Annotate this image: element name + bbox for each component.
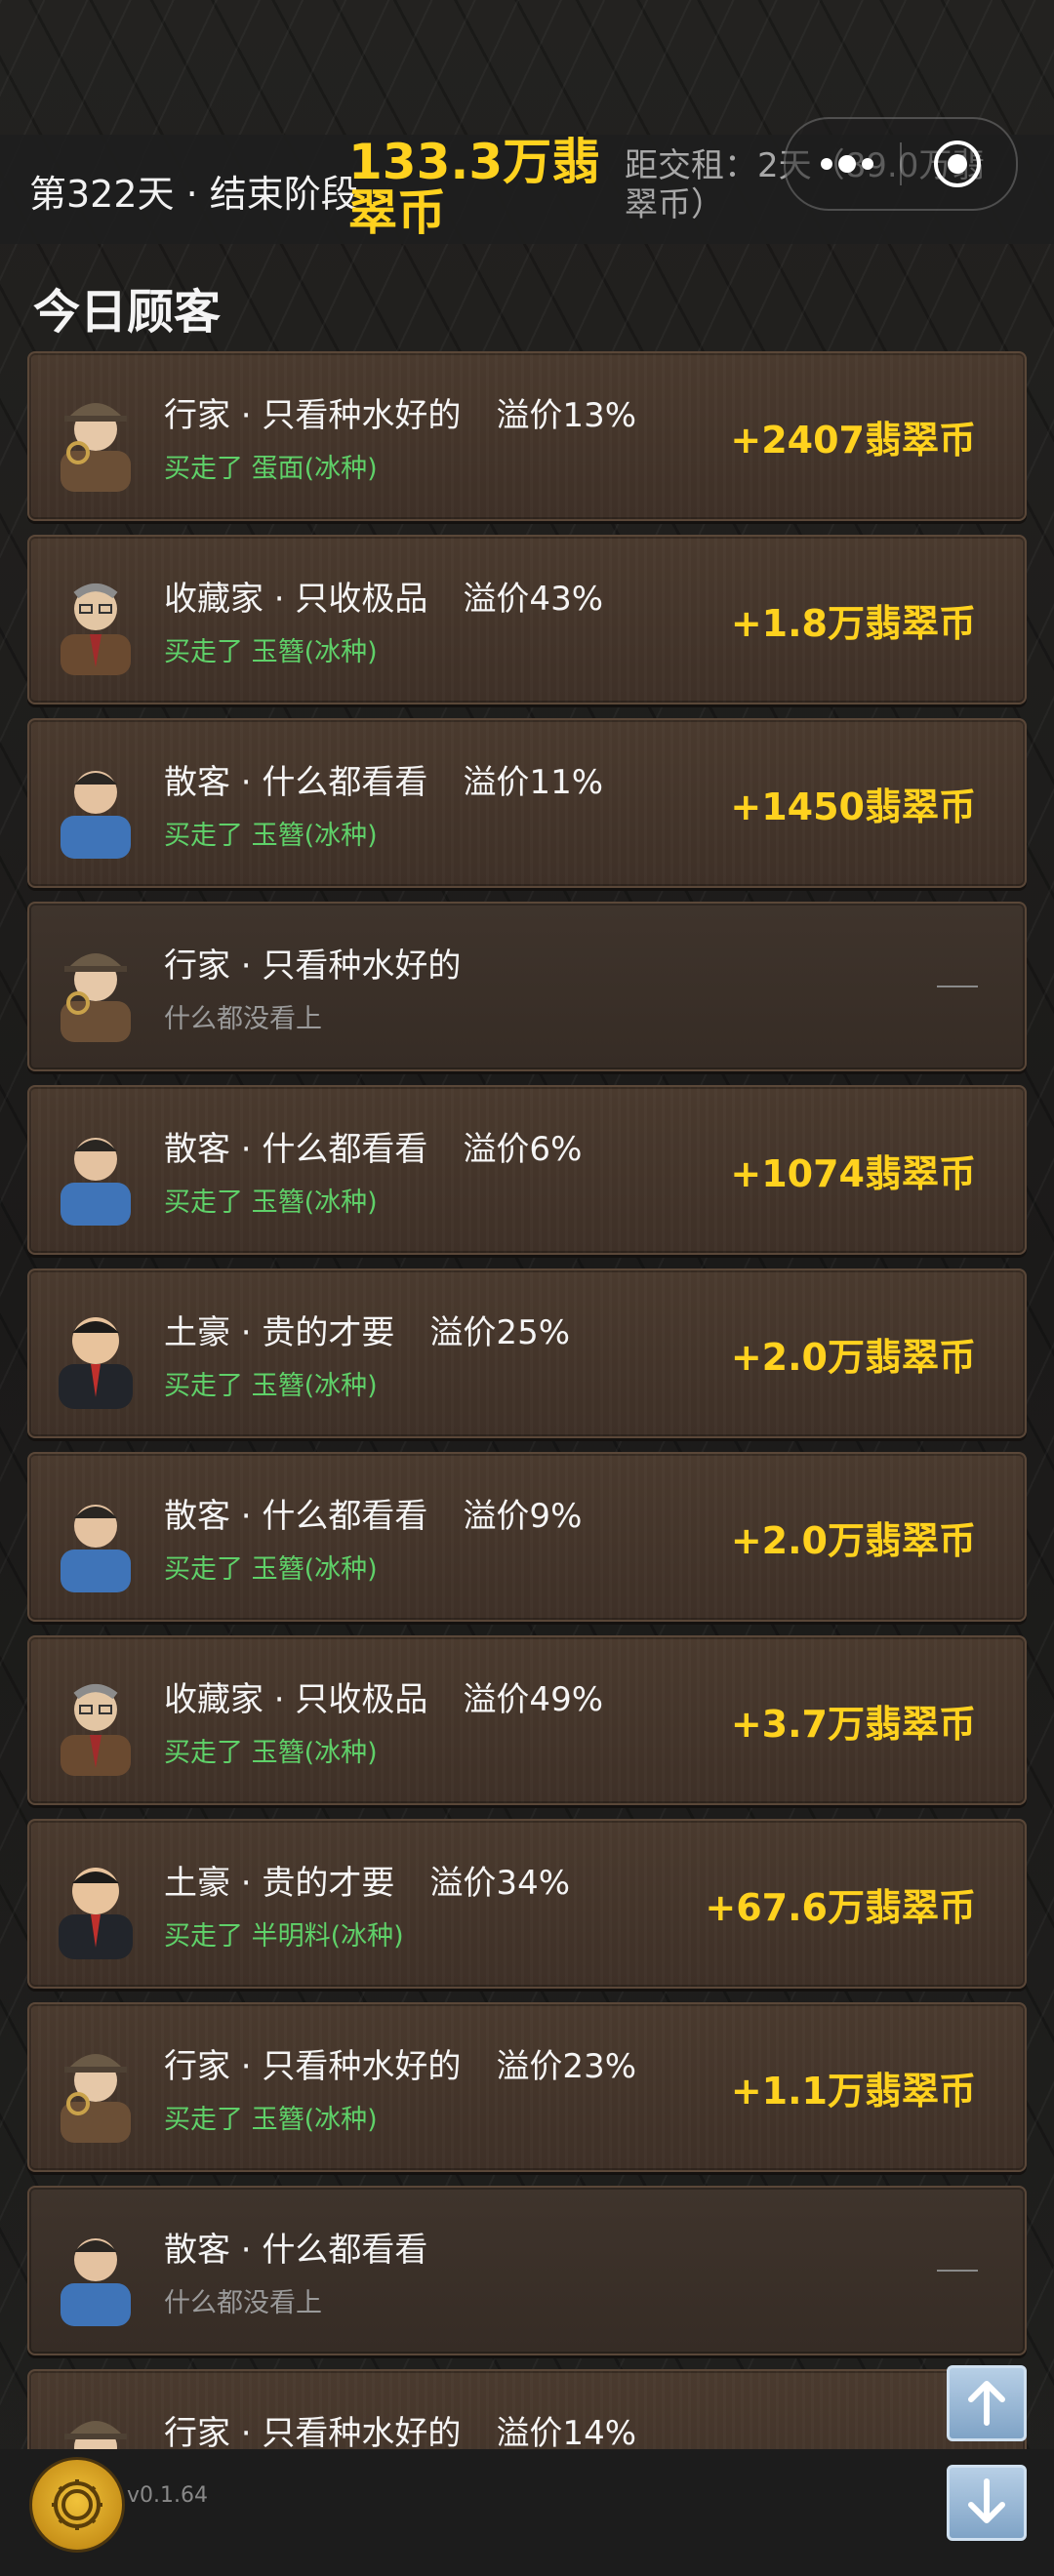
customer-card: 行家 · 只看种水好的 溢价23% 买走了 玉簪(冰种) +1.1万翡翠币 [27,2002,1027,2172]
purchase-result: 买走了 玉簪(冰种) [164,1187,378,1218]
earned-amount: +1074翡翠币 [730,1152,976,1195]
customer-name: 收藏家 · 只收极品 [164,1680,428,1719]
customer-name: 散客 · 什么都看看 [164,1497,428,1536]
purchase-result: 什么都没看上 [164,2288,322,2318]
premium-label: 溢价14% [496,2414,637,2449]
customer-card: 收藏家 · 只收极品 溢价43% 买走了 玉簪(冰种) +1.8万翡翠币 [27,535,1027,704]
day-stage-label: 第322天 · 结束阶段 [29,173,358,216]
more-options-icon[interactable] [815,141,879,187]
casual-avatar-icon [61,1505,131,1592]
casual-avatar-icon [61,771,131,859]
collector-avatar-icon [61,584,131,675]
customer-name: 行家 · 只看种水好的 [164,2047,462,2086]
earned-amount: +2407翡翠币 [730,419,976,462]
customer-card: 散客 · 什么都看看 溢价11% 买走了 玉簪(冰种) +1450翡翠币 [27,718,1027,888]
customer-name: 行家 · 只看种水好的 [164,2414,462,2449]
premium-label: 溢价23% [496,2047,637,2086]
customer-card: 行家 · 只看种水好的 溢价13% 买走了 蛋面(冰种) +2407翡翠币 [27,351,1027,521]
purchase-result: 买走了 蛋面(冰种) [164,454,378,484]
customer-card: 散客 · 什么都看看 溢价6% 买走了 玉簪(冰种) +1074翡翠币 [27,1085,1027,1255]
premium-label: 溢价43% [463,580,604,619]
capsule-divider [900,142,902,185]
earned-amount: +1450翡翠币 [730,785,976,828]
customer-card: 行家 · 只看种水好的 溢价14% [27,2369,1027,2449]
customer-name: 行家 · 只看种水好的 [164,396,462,435]
section-title: 今日顾客 [33,285,222,340]
scroll-down-button[interactable] [947,2465,1027,2541]
earned-amount: +67.6万翡翠币 [705,1886,976,1929]
customer-card: 行家 · 只看种水好的 什么都没看上 [27,902,1027,1071]
purchase-result: 买走了 玉簪(冰种) [164,637,378,667]
detective-avatar-icon [61,403,131,492]
customer-card: 散客 · 什么都看看 什么都没看上 [27,2186,1027,2355]
arrow-up-icon [968,2381,1005,2426]
purchase-result: 买走了 玉簪(冰种) [164,1371,378,1401]
version-label: v0.1.64 [127,2483,208,2508]
gear-icon [52,2479,102,2530]
earned-amount: +3.7万翡翠币 [730,1703,976,1746]
customer-name: 散客 · 什么都看看 [164,1130,428,1169]
earned-amount: +1.8万翡翠币 [730,602,976,645]
purchase-result: 买走了 玉簪(冰种) [164,821,378,851]
miniprogram-capsule [784,117,1018,211]
earned-amount: +2.0万翡翠币 [730,1336,976,1379]
casual-avatar-icon [61,1138,131,1226]
purchase-result: 买走了 半明料(冰种) [164,1921,404,1952]
customer-name: 收藏家 · 只收极品 [164,580,428,619]
customer-card: 土豪 · 贵的才要 溢价34% 买走了 半明料(冰种) +67.6万翡翠币 [27,1819,1027,1989]
money-balance: 133.3万翡翠币 [348,134,601,241]
rich-avatar-icon [59,1317,133,1409]
premium-label: 溢价25% [429,1313,571,1352]
arrow-down-icon [968,2478,1005,2523]
purchase-result: 买走了 玉簪(冰种) [164,1738,378,1768]
customer-card: 土豪 · 贵的才要 溢价25% 买走了 玉簪(冰种) +2.0万翡翠币 [27,1268,1027,1438]
purchase-result: 什么都没看上 [164,1004,322,1034]
premium-label: 溢价34% [429,1864,571,1903]
customer-name: 散客 · 什么都看看 [164,763,428,802]
customer-list[interactable]: 行家 · 只看种水好的 溢价13% 买走了 蛋面(冰种) +2407翡翠币 收藏家… [27,351,1027,2449]
earned-amount: +2.0万翡翠币 [730,1519,976,1562]
purchase-result: 买走了 玉簪(冰种) [164,1554,378,1585]
rich-avatar-icon [59,1868,133,1959]
close-target-icon[interactable] [932,139,983,189]
customer-name: 土豪 · 贵的才要 [164,1313,395,1352]
scroll-up-button[interactable] [947,2365,1027,2441]
premium-label: 溢价13% [496,396,637,435]
detective-avatar-icon [61,953,131,1042]
customer-name: 土豪 · 贵的才要 [164,1864,395,1903]
customer-card: 收藏家 · 只收极品 溢价49% 买走了 玉簪(冰种) +3.7万翡翠币 [27,1635,1027,1805]
detective-avatar-icon [61,2054,131,2143]
detective-avatar-icon [64,2421,127,2449]
premium-label: 溢价9% [463,1497,583,1536]
customer-name: 行家 · 只看种水好的 [164,946,462,986]
premium-label: 溢价6% [463,1130,583,1169]
collector-avatar-icon [61,1684,131,1776]
no-amount-dash [937,2270,978,2272]
customer-card: 散客 · 什么都看看 溢价9% 买走了 玉簪(冰种) +2.0万翡翠币 [27,1452,1027,1622]
earned-amount: +1.1万翡翠币 [730,2070,976,2113]
no-amount-dash [937,986,978,987]
customer-name: 散客 · 什么都看看 [164,2231,428,2270]
purchase-result: 买走了 玉簪(冰种) [164,2105,378,2135]
premium-label: 溢价49% [463,1680,604,1719]
bottom-bar [0,2449,1054,2576]
settings-button[interactable] [29,2457,125,2553]
casual-avatar-icon [61,2238,131,2326]
premium-label: 溢价11% [463,763,604,802]
